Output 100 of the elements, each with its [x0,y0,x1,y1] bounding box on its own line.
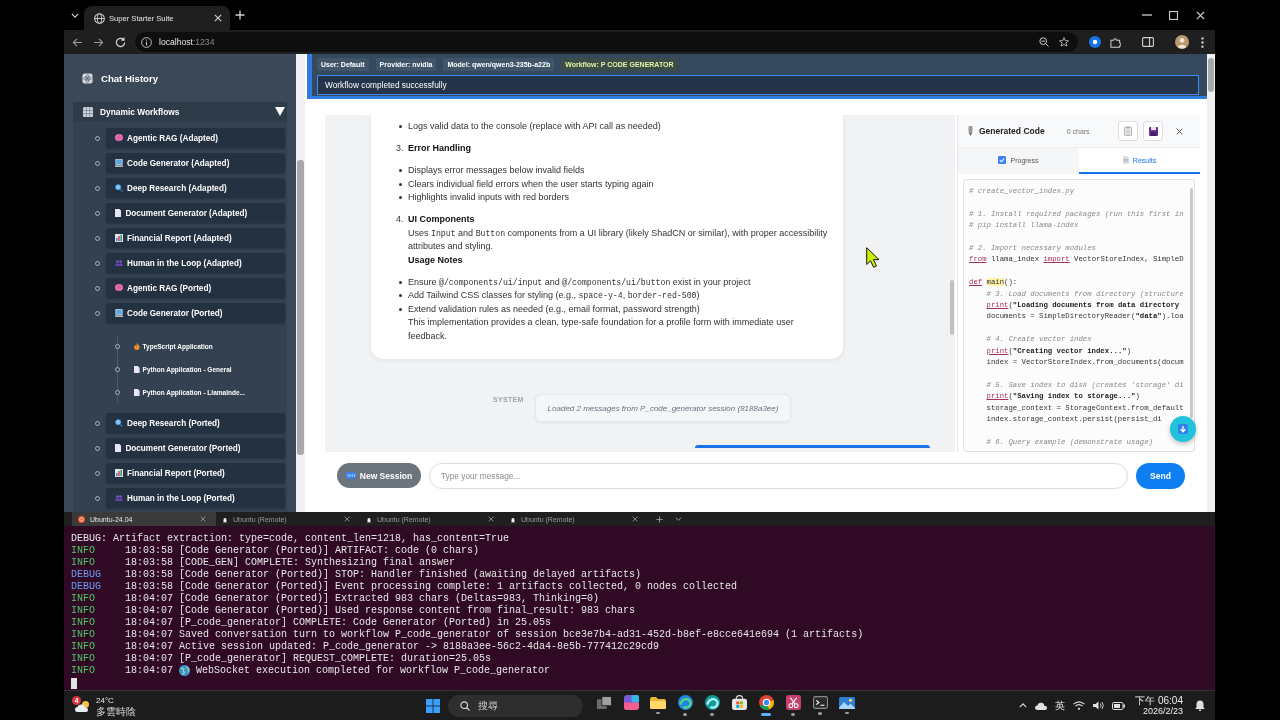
puzzle-icon[interactable] [1110,36,1121,48]
message-input[interactable]: Type your message... [429,463,1128,489]
shopping-bag-icon[interactable] [731,695,747,711]
close-icon[interactable] [1176,127,1183,135]
workflow-item[interactable]: Agentic RAG (Ported) [106,278,285,298]
log-level: INFO [71,617,96,629]
workflow-item[interactable]: Code Generator (Ported) [106,303,285,323]
section-header[interactable]: Dynamic Workflows [73,102,287,121]
reload-icon[interactable] [115,36,126,48]
scrollbar-thumb[interactable] [1208,58,1214,92]
bullet-icon [399,169,402,173]
bullet-icon [399,294,402,298]
bell-icon[interactable] [1195,700,1205,711]
plus-icon[interactable] [235,10,245,20]
checkbox-icon [998,156,1007,164]
weather-condition: 多雲時陰 [96,705,136,717]
wifi-icon[interactable] [1073,701,1086,710]
expand-icon[interactable] [275,107,285,116]
tag-icon [345,472,356,479]
image-icon[interactable] [839,696,855,709]
log-level: INFO [71,557,96,569]
bullet-icon [115,389,120,395]
list-item-text: Logs valid data to the console (replace with API call as needed) [408,120,661,133]
caret-icon[interactable] [71,12,79,18]
avatar-icon[interactable] [1175,35,1189,49]
save-button[interactable] [1143,121,1163,141]
bullet-icon [399,182,402,186]
extension-icon[interactable] [1089,36,1101,48]
bar-chart-icon [115,469,123,477]
scrollbar[interactable] [296,54,305,512]
clock-date[interactable]: 2026/2/23 [1142,705,1183,717]
log-time: 18:04:07 [125,665,173,677]
terminal-cursor [71,678,77,689]
cursor-icon [866,247,880,268]
send-button[interactable]: Send [1136,463,1185,489]
search-icon [460,700,470,711]
people-icon [115,259,123,267]
clipboard-icon [1124,126,1132,136]
paragraph: This implementation provides a clean, type-safe foundation for a profile form with immediate user feedback. [408,316,795,343]
clock-time[interactable]: 下午 06:04 [1135,694,1183,706]
back-icon[interactable] [72,37,83,47]
atom-icon [82,73,93,84]
battery-icon[interactable] [1112,701,1126,710]
log-level: DEBUG [71,581,102,593]
magnifier-icon [115,419,123,427]
swirl-icon[interactable] [704,695,720,711]
input-method-indicator[interactable]: 英 [1055,698,1066,713]
workflow-item[interactable]: Human in the Loop (Ported) [106,488,285,508]
menu-icon[interactable] [1201,36,1204,48]
workflow-item[interactable]: Document Generator (Ported) [106,438,285,458]
maximize-icon[interactable] [1169,10,1178,20]
workflow-item[interactable]: Code Generator (Adapted) [106,153,285,173]
forward-icon[interactable] [93,37,104,47]
info-icon [141,36,152,48]
workflow-item[interactable]: Financial Report (Adapted) [106,228,285,248]
bullet-icon [399,196,402,200]
log-message: [CODE_GEN] COMPLETE: Synthesizing final answer [179,557,456,569]
windows-logo-icon[interactable] [426,698,440,713]
penguin-icon [222,515,228,523]
section-heading: UI Components [408,213,475,226]
terminal-icon[interactable] [812,696,828,710]
log-message: Saved conversation turn to workflow P_code_generator of session bce3e7b4-ad31-452d-b8ef-e8cce641e694 (1 artifacts) [179,629,864,641]
weather-icon[interactable] [75,699,91,712]
cloud-icon[interactable] [1035,701,1048,710]
search-field[interactable]: 搜尋 [448,694,583,717]
zoom-out-icon[interactable] [1039,37,1049,47]
task-view-icon[interactable] [596,696,612,710]
list-number: 4. [396,213,404,226]
scissors-icon[interactable] [785,695,801,711]
scrollbar-thumb[interactable] [950,280,954,335]
log-level: INFO [71,545,96,557]
address-bar[interactable]: localhost:1234 [135,32,1078,52]
workflow-item[interactable]: Document Generator (Adapted) [106,203,285,223]
list-item-text: Add Tailwind CSS classes for styling (e.g., space-y-4, border-red-500) [408,289,700,302]
workflow-item[interactable]: Financial Report (Ported) [106,463,285,483]
log-message: WebSocket execution completed for workflow P_code_generator [196,665,551,677]
people-icon [115,494,123,502]
folder-icon[interactable] [650,696,666,709]
scrollbar-thumb[interactable] [297,160,304,455]
speaker-icon[interactable] [1093,701,1105,710]
circle-logo-icon[interactable] [758,695,774,711]
star-icon[interactable] [1059,37,1069,47]
log-time: 18:04:07 [125,653,173,665]
scrollbar[interactable] [1207,54,1215,512]
log-level: INFO [71,641,96,653]
bullet-icon [115,343,120,349]
bar-chart-icon [115,234,123,242]
workflow-item[interactable]: Agentic RAG (Adapted) [106,128,285,148]
log-time: 18:03:58 [125,581,173,593]
new-session-button[interactable]: New Session [337,463,421,488]
plus-icon[interactable] [656,515,663,523]
app-tile-icon[interactable] [623,695,639,711]
workflow-item[interactable]: Deep Research (Ported) [106,413,285,433]
log-time: 18:04:07 [125,617,173,629]
circle-logo-icon [78,515,85,523]
workflow-item[interactable]: Human in the Loop (Adapted) [106,253,285,273]
log-message: Active session updated: P_code_generator -> 8188a3ee-56c2-4da4-8e5b-777412c29cd9 [179,641,660,653]
workflow-item[interactable]: Deep Research (Adapted) [106,178,285,198]
swirl-icon[interactable] [677,695,693,711]
side-panel-icon[interactable] [1142,37,1154,47]
